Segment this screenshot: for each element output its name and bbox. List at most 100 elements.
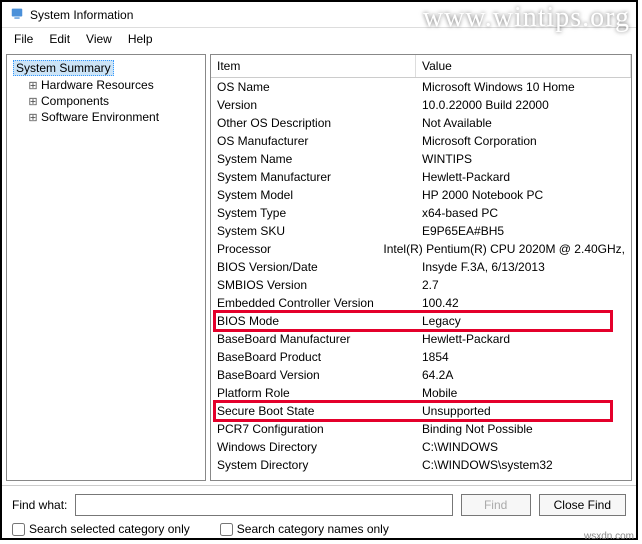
cell-item: PCR7 Configuration xyxy=(217,422,422,436)
list-row[interactable]: Windows DirectoryC:\WINDOWS xyxy=(211,438,631,456)
check-selected-category-box[interactable] xyxy=(12,523,25,536)
cell-item: Windows Directory xyxy=(217,440,422,454)
tree-item[interactable]: ⊞Software Environment xyxy=(25,109,201,125)
cell-value: Microsoft Windows 10 Home xyxy=(422,80,625,94)
cell-item: System Model xyxy=(217,188,422,202)
cell-item: Embedded Controller Version xyxy=(217,296,422,310)
column-header-item[interactable]: Item xyxy=(211,55,416,77)
cell-value: Unsupported xyxy=(422,404,625,418)
tree-root-system-summary[interactable]: System Summary xyxy=(11,59,201,77)
cell-item: System Directory xyxy=(217,458,422,472)
cell-item: Secure Boot State xyxy=(217,404,422,418)
list-row[interactable]: OS NameMicrosoft Windows 10 Home xyxy=(211,78,631,96)
close-find-button[interactable]: Close Find xyxy=(539,494,626,516)
cell-value: 10.0.22000 Build 22000 xyxy=(422,98,625,112)
cell-value: 2.7 xyxy=(422,278,625,292)
cell-item: System Type xyxy=(217,206,422,220)
list-row[interactable]: System NameWINTIPS xyxy=(211,150,631,168)
cell-item: BaseBoard Product xyxy=(217,350,422,364)
list-row[interactable]: PCR7 ConfigurationBinding Not Possible xyxy=(211,420,631,438)
menu-edit[interactable]: Edit xyxy=(41,30,78,48)
column-header-value[interactable]: Value xyxy=(416,55,631,77)
cell-value: Mobile xyxy=(422,386,625,400)
find-input[interactable] xyxy=(75,494,452,516)
list-row[interactable]: OS ManufacturerMicrosoft Corporation xyxy=(211,132,631,150)
list-row[interactable]: SMBIOS Version2.7 xyxy=(211,276,631,294)
cell-value: Hewlett-Packard xyxy=(422,170,625,184)
tree-pane[interactable]: System Summary ⊞Hardware Resources⊞Compo… xyxy=(6,54,206,481)
cell-value: 1854 xyxy=(422,350,625,364)
cell-value: WINTIPS xyxy=(422,152,625,166)
list-body[interactable]: OS NameMicrosoft Windows 10 HomeVersion1… xyxy=(211,78,631,480)
tree-item-label: Components xyxy=(39,94,111,108)
list-row[interactable]: System ModelHP 2000 Notebook PC xyxy=(211,186,631,204)
cell-item: OS Manufacturer xyxy=(217,134,422,148)
app-icon xyxy=(10,6,24,23)
cell-value: Insyde F.3A, 6/13/2013 xyxy=(422,260,625,274)
list-row[interactable]: Platform RoleMobile xyxy=(211,384,631,402)
cell-item: System SKU xyxy=(217,224,422,238)
list-header: Item Value xyxy=(211,55,631,78)
cell-item: BaseBoard Manufacturer xyxy=(217,332,422,346)
tree-item[interactable]: ⊞Hardware Resources xyxy=(25,77,201,93)
cell-value: Microsoft Corporation xyxy=(422,134,625,148)
check-selected-category[interactable]: Search selected category only xyxy=(12,522,190,536)
list-row[interactable]: Version10.0.22000 Build 22000 xyxy=(211,96,631,114)
cell-value: 64.2A xyxy=(422,368,625,382)
list-row[interactable]: System Typex64-based PC xyxy=(211,204,631,222)
tree-item-label: Hardware Resources xyxy=(39,78,156,92)
list-row[interactable]: System ManufacturerHewlett-Packard xyxy=(211,168,631,186)
cell-item: Processor xyxy=(217,242,383,256)
cell-value: E9P65EA#BH5 xyxy=(422,224,625,238)
check-category-names-box[interactable] xyxy=(220,523,233,536)
attribution-text: wsxdn.com xyxy=(584,531,634,542)
list-row[interactable]: Embedded Controller Version100.42 xyxy=(211,294,631,312)
cell-value: C:\WINDOWS xyxy=(422,440,625,454)
window-title: System Information xyxy=(30,8,133,22)
list-row[interactable]: Other OS DescriptionNot Available xyxy=(211,114,631,132)
cell-value: Legacy xyxy=(422,314,625,328)
cell-item: BIOS Version/Date xyxy=(217,260,422,274)
cell-item: Other OS Description xyxy=(217,116,422,130)
cell-item: BaseBoard Version xyxy=(217,368,422,382)
find-button[interactable]: Find xyxy=(461,494,531,516)
cell-value: Not Available xyxy=(422,116,625,130)
cell-item: System Name xyxy=(217,152,422,166)
expand-icon[interactable]: ⊞ xyxy=(27,95,39,108)
menu-help[interactable]: Help xyxy=(120,30,161,48)
find-label: Find what: xyxy=(12,498,67,512)
list-row[interactable]: BIOS Version/DateInsyde F.3A, 6/13/2013 xyxy=(211,258,631,276)
expand-icon[interactable]: ⊞ xyxy=(27,79,39,92)
check-category-names[interactable]: Search category names only xyxy=(220,522,389,536)
tree-root-label: System Summary xyxy=(13,60,114,76)
tree-item-label: Software Environment xyxy=(39,110,161,124)
cell-value: HP 2000 Notebook PC xyxy=(422,188,625,202)
cell-item: BIOS Mode xyxy=(217,314,422,328)
cell-item: OS Name xyxy=(217,80,422,94)
cell-item: SMBIOS Version xyxy=(217,278,422,292)
find-bar: Find what: Find Close Find Search select… xyxy=(2,485,636,538)
cell-value: x64-based PC xyxy=(422,206,625,220)
menu-view[interactable]: View xyxy=(78,30,120,48)
cell-value: C:\WINDOWS\system32 xyxy=(422,458,625,472)
tree-item[interactable]: ⊞Components xyxy=(25,93,201,109)
list-row[interactable]: BIOS ModeLegacy xyxy=(211,312,631,330)
cell-value: Hewlett-Packard xyxy=(422,332,625,346)
list-row[interactable]: BaseBoard Version64.2A xyxy=(211,366,631,384)
cell-item: Version xyxy=(217,98,422,112)
expand-icon[interactable]: ⊞ xyxy=(27,111,39,124)
title-bar: System Information xyxy=(2,2,636,28)
system-information-window: System Information File Edit View Help S… xyxy=(0,0,638,540)
menu-file[interactable]: File xyxy=(6,30,41,48)
list-row[interactable]: BaseBoard ManufacturerHewlett-Packard xyxy=(211,330,631,348)
cell-value: 100.42 xyxy=(422,296,625,310)
menu-bar: File Edit View Help xyxy=(2,28,636,50)
cell-value: Intel(R) Pentium(R) CPU 2020M @ 2.40GHz, xyxy=(383,242,625,256)
list-row[interactable]: Secure Boot StateUnsupported xyxy=(211,402,631,420)
cell-item: Platform Role xyxy=(217,386,422,400)
list-row[interactable]: ProcessorIntel(R) Pentium(R) CPU 2020M @… xyxy=(211,240,631,258)
list-row[interactable]: System DirectoryC:\WINDOWS\system32 xyxy=(211,456,631,474)
list-row[interactable]: System SKUE9P65EA#BH5 xyxy=(211,222,631,240)
list-pane: Item Value OS NameMicrosoft Windows 10 H… xyxy=(210,54,632,481)
list-row[interactable]: BaseBoard Product1854 xyxy=(211,348,631,366)
